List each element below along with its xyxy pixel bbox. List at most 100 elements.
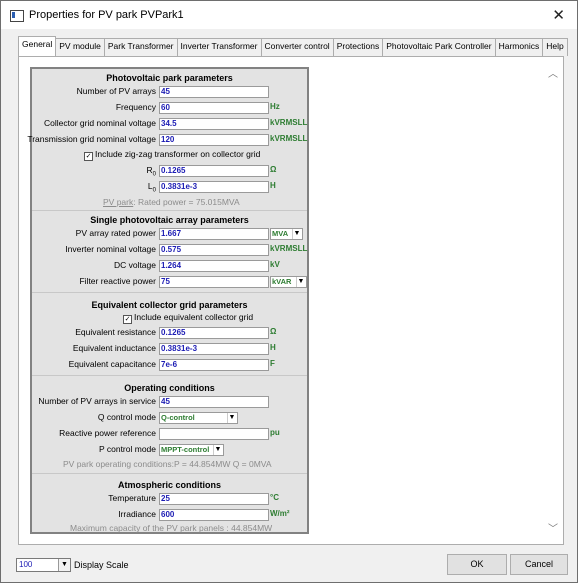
row-dc-voltage: DC voltage 1.264 kV bbox=[32, 260, 307, 272]
p-mode-select[interactable]: MPPT-control ▼ bbox=[159, 444, 224, 456]
l0-unit: H bbox=[270, 181, 276, 190]
collector-voltage-unit: kVRMSLL bbox=[270, 118, 308, 127]
window-title: Properties for PV park PVPark1 bbox=[29, 9, 184, 21]
collector-voltage-label: Collector grid nominal voltage bbox=[44, 118, 156, 128]
divider bbox=[32, 210, 307, 211]
section-title-pv-park: Photovoltaic park parameters bbox=[106, 73, 233, 83]
dc-voltage-unit: kV bbox=[270, 260, 280, 269]
num-arrays-field[interactable]: 45 bbox=[159, 86, 269, 98]
include-collector-checkbox[interactable]: ✓ Include equivalent collector grid bbox=[123, 312, 253, 324]
l0-field[interactable]: 0.3831e-3 bbox=[159, 181, 269, 193]
row-frequency: Frequency 60 Hz bbox=[32, 102, 307, 114]
rated-power-label: PV array rated power bbox=[75, 228, 156, 238]
row-temperature: Temperature 25 °C bbox=[32, 493, 307, 505]
eq-resistance-unit: Ω bbox=[270, 327, 277, 336]
row-q-mode: Q control mode Q-control ▼ bbox=[32, 412, 307, 424]
row-r0: R0 0.1265 Ω bbox=[32, 165, 307, 178]
arrays-in-service-field[interactable]: 45 bbox=[159, 396, 269, 408]
collector-voltage-field[interactable]: 34.5 bbox=[159, 118, 269, 130]
close-icon[interactable]: ✕ bbox=[552, 6, 565, 24]
eq-capacitance-label: Equivalent capacitance bbox=[68, 359, 156, 369]
tab-protections[interactable]: Protections bbox=[332, 38, 384, 56]
tab-park-transformer[interactable]: Park Transformer bbox=[103, 38, 178, 56]
row-eq-inductance: Equivalent inductance 0.3831e-3 H bbox=[32, 343, 307, 355]
chevron-down-icon[interactable]: ﹀ bbox=[548, 520, 558, 535]
rated-power-field[interactable]: 1.667 bbox=[159, 228, 269, 240]
frequency-label: Frequency bbox=[115, 102, 156, 112]
tab-bar: General PV module Park Transformer Inver… bbox=[18, 36, 568, 56]
num-arrays-label: Number of PV arrays bbox=[76, 86, 156, 96]
divider bbox=[32, 375, 307, 376]
r0-field[interactable]: 0.1265 bbox=[159, 165, 269, 177]
eq-capacitance-field[interactable]: 7e-6 bbox=[159, 359, 269, 371]
tab-inverter-transformer[interactable]: Inverter Transformer bbox=[176, 38, 262, 56]
vertical-scrollbar[interactable]: ︿ ﹀ bbox=[547, 59, 561, 541]
zigzag-checkbox[interactable]: ✓ Include zig-zag transformer on collecto… bbox=[84, 149, 260, 161]
tab-converter-control[interactable]: Converter control bbox=[260, 38, 334, 56]
chevron-up-icon[interactable]: ︿ bbox=[548, 65, 558, 80]
section-title-single-array: Single photovoltaic array parameters bbox=[90, 215, 249, 225]
display-scale-select[interactable]: 100 ▼ bbox=[16, 558, 71, 572]
max-capacity-text: Maximum capacity of the PV park panels :… bbox=[70, 523, 273, 533]
ok-button[interactable]: OK bbox=[447, 554, 507, 575]
eq-inductance-field[interactable]: 0.3831e-3 bbox=[159, 343, 269, 355]
transmission-voltage-field[interactable]: 120 bbox=[159, 134, 269, 146]
eq-capacitance-unit: F bbox=[270, 359, 275, 368]
transmission-voltage-unit: kVRMSLL bbox=[270, 134, 308, 143]
temperature-field[interactable]: 25 bbox=[159, 493, 269, 505]
row-num-arrays: Number of PV arrays 45 bbox=[32, 86, 307, 98]
section-title-operating: Operating conditions bbox=[124, 383, 215, 393]
inverter-voltage-unit: kVRMSLL bbox=[270, 244, 308, 253]
reactive-ref-field[interactable] bbox=[159, 428, 269, 440]
irradiance-label: Irradiance bbox=[118, 509, 156, 519]
row-l0: L0 0.3831e-3 H bbox=[32, 181, 307, 194]
parameters-panel: Photovoltaic park parameters Number of P… bbox=[27, 67, 309, 534]
frequency-field[interactable]: 60 bbox=[159, 102, 269, 114]
tab-harmonics[interactable]: Harmonics bbox=[494, 38, 544, 56]
reactive-ref-label: Reactive power reference bbox=[59, 428, 156, 438]
arrays-in-service-label: Number of PV arrays in service bbox=[38, 396, 156, 406]
tab-content: Photovoltaic park parameters Number of P… bbox=[18, 56, 564, 545]
irradiance-field[interactable]: 600 bbox=[159, 509, 269, 521]
temperature-unit: °C bbox=[270, 493, 279, 502]
temperature-label: Temperature bbox=[108, 493, 156, 503]
reactive-ref-unit: pu bbox=[270, 428, 280, 437]
r0-label: R0 bbox=[146, 165, 156, 178]
rated-power-unit-select[interactable]: MVA ▼ bbox=[270, 228, 303, 240]
filter-power-label: Filter reactive power bbox=[79, 276, 156, 286]
tab-help[interactable]: Help bbox=[542, 38, 568, 56]
dc-voltage-field[interactable]: 1.264 bbox=[159, 260, 269, 272]
rated-power-text: PV park: Rated power = 75.015MVA bbox=[103, 197, 240, 207]
row-transmission-voltage: Transmission grid nominal voltage 120 kV… bbox=[27, 134, 308, 146]
inverter-voltage-label: Inverter nominal voltage bbox=[65, 244, 156, 254]
app-icon bbox=[10, 10, 24, 22]
include-collector-label: Include equivalent collector grid bbox=[134, 312, 254, 322]
display-scale-label: Display Scale bbox=[74, 560, 129, 570]
section-title-collector-grid: Equivalent collector grid parameters bbox=[91, 300, 248, 310]
filter-power-field[interactable]: 75 bbox=[159, 276, 269, 288]
p-mode-label: P control mode bbox=[98, 444, 156, 454]
zigzag-check-icon[interactable]: ✓ bbox=[84, 152, 93, 161]
tab-general[interactable]: General bbox=[18, 36, 57, 56]
frequency-unit: Hz bbox=[270, 102, 280, 111]
tab-pv-park-controller[interactable]: Photovoltaic Park Controller bbox=[382, 38, 496, 56]
chevron-down-icon[interactable]: ▼ bbox=[292, 229, 301, 239]
row-filter-power: Filter reactive power 75 kVAR ▼ bbox=[32, 276, 307, 288]
chevron-down-icon[interactable]: ▼ bbox=[227, 413, 236, 423]
dc-voltage-label: DC voltage bbox=[113, 260, 156, 270]
row-irradiance: Irradiance 600 W/m² bbox=[32, 509, 307, 521]
inverter-voltage-field[interactable]: 0.575 bbox=[159, 244, 269, 256]
chevron-down-icon[interactable]: ▼ bbox=[213, 445, 222, 455]
include-collector-check-icon[interactable]: ✓ bbox=[123, 315, 132, 324]
eq-resistance-field[interactable]: 0.1265 bbox=[159, 327, 269, 339]
row-p-mode: P control mode MPPT-control ▼ bbox=[32, 444, 307, 456]
chevron-down-icon[interactable]: ▼ bbox=[296, 277, 305, 287]
eq-inductance-label: Equivalent inductance bbox=[72, 343, 156, 353]
cancel-button[interactable]: Cancel bbox=[510, 554, 568, 575]
pv-park-link[interactable]: PV park bbox=[103, 197, 133, 207]
tab-pv-module[interactable]: PV module bbox=[55, 38, 105, 56]
chevron-down-icon[interactable]: ▼ bbox=[58, 559, 70, 571]
zigzag-label: Include zig-zag transformer on collector… bbox=[95, 149, 261, 159]
q-mode-select[interactable]: Q-control ▼ bbox=[159, 412, 238, 424]
filter-power-unit-select[interactable]: kVAR ▼ bbox=[270, 276, 307, 288]
